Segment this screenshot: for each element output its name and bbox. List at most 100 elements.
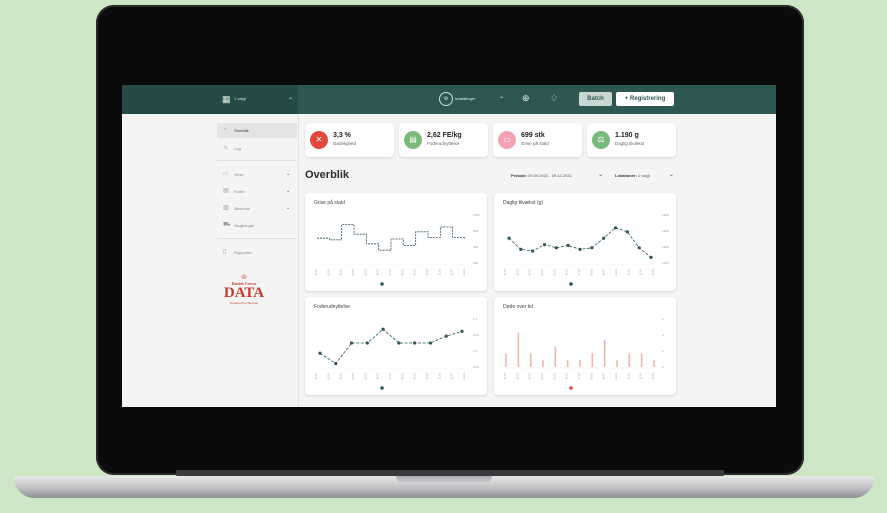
sidebar-item-label: Rapporter	[234, 250, 252, 255]
sidebar-item-log[interactable]: ∿ Log	[217, 141, 297, 156]
y-tick-label: 800	[473, 229, 478, 233]
y-tick-label: 6	[662, 317, 664, 321]
divider	[217, 160, 297, 161]
x-tick-label: 06.01	[565, 268, 569, 275]
pig-icon: ▭	[223, 171, 229, 177]
x-tick-label: 09.01	[602, 268, 606, 275]
x-icon: ✕	[310, 131, 328, 149]
x-tick-label: 03.01	[339, 268, 343, 275]
x-tick-label: 11.01	[626, 372, 630, 379]
y-tick-label: 4	[662, 333, 664, 337]
chart-svg: 2.00 2.5 2.65 2.7 01.01 02.01 03.01 04.01 05.01 0…	[314, 317, 479, 390]
data-point	[625, 230, 629, 234]
x-tick-label: 10.01	[614, 268, 618, 275]
scale-icon: ⚖	[592, 131, 610, 149]
bar	[591, 353, 594, 367]
economy-icon: ▥	[223, 205, 229, 211]
sidebar-item-slagtninger[interactable]: ⛟ Slagtninger	[217, 218, 297, 233]
sidebar-item-overblik[interactable]: ◔ Overblik	[217, 123, 297, 138]
x-tick-label: 08.01	[400, 268, 404, 275]
sidebar-item-grise[interactable]: ▭ Grise ⌄	[217, 167, 297, 182]
x-tick-label: 04.01	[540, 372, 544, 379]
y-tick-label: 2.5	[473, 349, 478, 353]
bar	[554, 346, 557, 367]
y-tick-label: 600	[473, 245, 478, 249]
y-tick-label: 2	[662, 349, 664, 353]
location-select[interactable]: 1 valgt	[234, 96, 246, 101]
y-tick-label: 2.7	[473, 317, 478, 321]
x-tick-label: 02.01	[515, 372, 519, 379]
batch-button[interactable]: Batch	[579, 92, 612, 106]
kpi-card-daglig-tilvaekst: ⚖ 1.190 g Daglig tilvækst	[587, 123, 676, 157]
series-line	[508, 227, 652, 258]
sidebar-item-rapporter[interactable]: ▯ Rapporter	[217, 245, 297, 260]
sidebar-item-okonomi[interactable]: ▥ Økonomi ⌄	[217, 201, 297, 216]
chevron-down-icon[interactable]: ⌄	[598, 171, 603, 178]
sidebar-header	[122, 85, 298, 114]
truck-icon: ⛟	[223, 222, 231, 228]
bar	[640, 353, 643, 367]
x-tick-label: 11.01	[626, 268, 630, 275]
x-tick-label: 02.01	[326, 268, 330, 275]
sidebar-item-label: Økonomi	[234, 206, 251, 211]
bar	[579, 360, 581, 367]
feed-icon: ▤	[404, 131, 422, 149]
data-point	[531, 249, 535, 253]
period-filter[interactable]: Periode: 09.09.2021 - 09.12.2021	[511, 173, 572, 178]
data-point	[554, 246, 558, 250]
bar	[517, 332, 520, 367]
logo-word: DATA	[223, 285, 265, 301]
bar	[529, 353, 532, 367]
kpi-label: Daglig tilvækst	[615, 141, 645, 146]
laptop-base	[14, 476, 874, 498]
x-tick-label: 10.01	[425, 268, 429, 275]
sidebar-item-label: Slagtninger	[234, 223, 255, 228]
bar	[603, 339, 606, 367]
x-tick-label: 05.01	[363, 268, 367, 275]
x-tick-label: 03.01	[528, 268, 532, 275]
x-tick-label: 06.01	[376, 372, 380, 379]
bar	[566, 360, 569, 367]
x-tick-label: 08.01	[589, 268, 593, 275]
data-point	[397, 341, 401, 345]
period-value: 09.09.2021 - 09.12.2021	[528, 173, 572, 178]
x-tick-label: 03.01	[528, 372, 532, 379]
dashboard-icon: ◔	[223, 127, 227, 133]
x-tick-label: 12.01	[639, 372, 643, 379]
x-tick-label: 13.01	[462, 268, 466, 275]
data-point	[413, 341, 417, 345]
settings-menu[interactable]: ⚙ Indstillinger	[439, 92, 497, 106]
chevron-down-icon[interactable]: ⌄	[669, 171, 674, 178]
kpi-card-dodelighed: ✕ 3,3 % Dødelighed	[305, 123, 394, 157]
bar	[616, 360, 618, 367]
logo-powered: Powered by iTerobas	[229, 301, 258, 305]
x-tick-label: 09.01	[602, 372, 606, 379]
location-filter[interactable]: Lokationer: 1 valgt	[615, 173, 650, 178]
y-tick-label: 2.65	[473, 333, 479, 337]
data-point	[649, 255, 653, 259]
period-label: Periode:	[511, 173, 528, 178]
chevron-down-icon[interactable]: ⌄	[288, 94, 293, 101]
x-tick-label: 01.01	[503, 372, 507, 379]
y-tick-label: 2.00	[473, 365, 479, 369]
x-tick-label: 09.01	[413, 268, 417, 275]
data-point	[334, 361, 338, 366]
building-icon: ▦	[222, 94, 231, 104]
report-icon: ▯	[223, 249, 227, 255]
sidebar-item-foder[interactable]: ▤ Foder ⌄	[217, 184, 297, 199]
x-tick-label: 12.01	[450, 268, 454, 275]
x-tick-label: 11.01	[437, 372, 441, 379]
chevron-down-icon[interactable]: ⌄	[499, 93, 504, 100]
chart-card-daglig-tilvaekst: Daglig tilvækst (g) 1100 1200 1300 1400 01.0…	[494, 193, 676, 291]
sidebar-item-label: Foder	[234, 189, 245, 194]
location-value: 1 valgt	[637, 173, 650, 178]
x-tick-label: 08.01	[589, 372, 593, 379]
kpi-label: Foderudnyttelse	[427, 141, 460, 146]
kpi-value: 699 stk	[521, 132, 545, 139]
globe-icon[interactable]: ⊕	[522, 93, 530, 104]
series-line	[319, 328, 463, 365]
bell-icon[interactable]: ♢	[550, 93, 558, 104]
settings-icon[interactable]: ⚙	[439, 92, 453, 106]
register-button[interactable]: + Registrering	[616, 92, 674, 106]
data-point	[444, 334, 448, 338]
